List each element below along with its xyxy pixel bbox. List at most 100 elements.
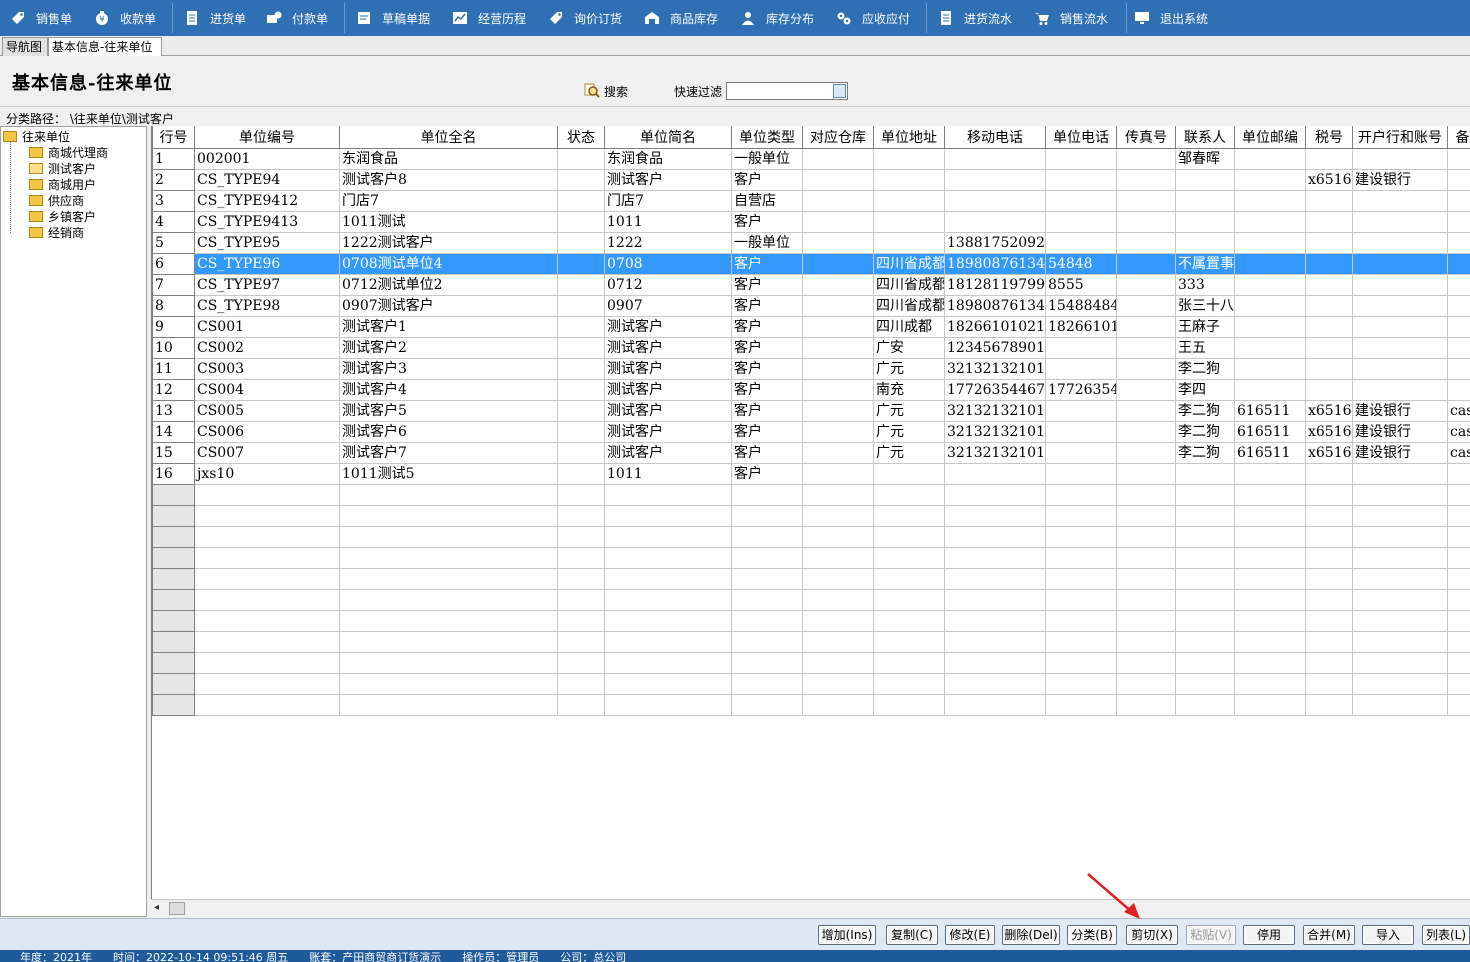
empty-cell[interactable] <box>557 651 605 674</box>
empty-cell[interactable] <box>1045 504 1117 527</box>
empty-cell[interactable] <box>1234 630 1306 653</box>
empty-cell[interactable] <box>1045 567 1117 590</box>
row-number-cell[interactable]: 6 <box>152 252 195 275</box>
table-cell[interactable] <box>1116 399 1176 422</box>
table-cell[interactable] <box>1175 189 1235 212</box>
table-cell[interactable] <box>802 168 874 191</box>
table-cell[interactable] <box>1116 147 1176 170</box>
empty-row[interactable] <box>152 546 1470 569</box>
empty-cell[interactable] <box>1447 609 1470 632</box>
tab-partner-units[interactable]: 基本信息-往来单位 <box>48 37 162 56</box>
table-cell[interactable] <box>1116 294 1176 317</box>
empty-cell[interactable] <box>1116 630 1176 653</box>
table-cell[interactable] <box>1234 231 1306 254</box>
empty-cell[interactable] <box>557 546 605 569</box>
empty-cell[interactable] <box>1175 483 1235 506</box>
table-cell[interactable]: 四川省成都 <box>873 252 945 275</box>
table-cell[interactable]: 李二狗 <box>1175 357 1235 380</box>
empty-cell[interactable] <box>1305 588 1353 611</box>
table-cell[interactable] <box>802 210 874 233</box>
table-cell[interactable]: 18980876134 <box>944 252 1046 275</box>
table-cell[interactable] <box>557 294 605 317</box>
empty-cell[interactable] <box>194 504 340 527</box>
empty-cell[interactable] <box>1352 483 1448 506</box>
horizontal-scrollbar[interactable]: ◂ <box>151 899 1470 916</box>
empty-cell[interactable] <box>194 525 340 548</box>
table-cell[interactable]: 广元 <box>873 399 945 422</box>
empty-cell[interactable] <box>944 693 1046 716</box>
table-cell[interactable] <box>1234 294 1306 317</box>
table-cell[interactable]: CS_TYPE9412 <box>194 189 340 212</box>
empty-cell[interactable] <box>339 609 558 632</box>
table-cell[interactable] <box>1305 252 1353 275</box>
table-row[interactable]: 10 CS002 测试客户2 测试客户 客户 广安 12345678901 王五 <box>152 336 1470 359</box>
table-cell[interactable]: 测试客户2 <box>339 336 558 359</box>
search-button[interactable]: 搜索 <box>584 82 628 101</box>
row-number-cell[interactable]: 13 <box>152 399 195 422</box>
table-cell[interactable] <box>1045 336 1117 359</box>
table-cell[interactable]: 0907测试客户 <box>339 294 558 317</box>
action-button-3[interactable]: 修改(E) <box>945 925 995 945</box>
table-cell[interactable]: 测试客户 <box>604 357 732 380</box>
table-cell[interactable] <box>1352 273 1448 296</box>
table-cell[interactable]: 32132132101 <box>944 357 1046 380</box>
table-cell[interactable] <box>1116 357 1176 380</box>
empty-cell[interactable] <box>604 525 732 548</box>
table-cell[interactable] <box>1352 231 1448 254</box>
table-cell[interactable] <box>1175 168 1235 191</box>
table-cell[interactable] <box>1116 210 1176 233</box>
table-cell[interactable] <box>1305 189 1353 212</box>
empty-cell[interactable] <box>1234 525 1306 548</box>
table-cell[interactable] <box>1352 357 1448 380</box>
table-cell[interactable] <box>802 252 874 275</box>
empty-row[interactable] <box>152 483 1470 506</box>
table-cell[interactable] <box>802 294 874 317</box>
empty-cell[interactable] <box>1116 588 1176 611</box>
table-cell[interactable] <box>802 231 874 254</box>
table-cell[interactable]: 客户 <box>731 462 803 485</box>
table-cell[interactable]: 客户 <box>731 399 803 422</box>
tree-node-child[interactable]: 乡镇客户 <box>29 208 96 224</box>
table-cell[interactable] <box>1116 168 1176 191</box>
column-header[interactable]: 状态 <box>557 126 605 149</box>
table-cell[interactable] <box>1305 357 1353 380</box>
table-cell[interactable]: CS005 <box>194 399 340 422</box>
table-cell[interactable]: 四川成都 <box>873 315 945 338</box>
table-cell[interactable]: 0907 <box>604 294 732 317</box>
table-cell[interactable] <box>873 147 945 170</box>
table-row[interactable]: 14 CS006 测试客户6 测试客户 客户 广元 32132132101 李二狗 616511… <box>152 420 1470 443</box>
empty-cell[interactable] <box>731 630 803 653</box>
table-cell[interactable]: 四川省成都 <box>873 294 945 317</box>
table-cell[interactable]: 广元 <box>873 420 945 443</box>
table-cell[interactable] <box>1045 399 1117 422</box>
empty-cell[interactable] <box>339 672 558 695</box>
table-cell[interactable]: 王麻子 <box>1175 315 1235 338</box>
table-cell[interactable]: 测试客户1 <box>339 315 558 338</box>
table-cell[interactable]: CS_TYPE94 <box>194 168 340 191</box>
table-cell[interactable] <box>802 336 874 359</box>
empty-cell[interactable] <box>1234 609 1306 632</box>
table-cell[interactable] <box>802 147 874 170</box>
table-cell[interactable] <box>1234 189 1306 212</box>
table-cell[interactable]: 一般单位 <box>731 147 803 170</box>
empty-cell[interactable] <box>1045 672 1117 695</box>
table-cell[interactable] <box>557 273 605 296</box>
empty-cell[interactable] <box>1234 693 1306 716</box>
empty-cell[interactable] <box>873 567 945 590</box>
table-cell[interactable] <box>1352 294 1448 317</box>
empty-cell[interactable] <box>944 588 1046 611</box>
empty-cell[interactable] <box>152 504 195 527</box>
empty-cell[interactable] <box>873 609 945 632</box>
table-row[interactable]: 3 CS_TYPE9412 门店7 门店7 自营店 <box>152 189 1470 212</box>
empty-cell[interactable] <box>152 588 195 611</box>
empty-cell[interactable] <box>1352 567 1448 590</box>
table-cell[interactable]: 建设银行 <box>1352 420 1448 443</box>
table-cell[interactable] <box>944 462 1046 485</box>
empty-cell[interactable] <box>1045 609 1117 632</box>
empty-cell[interactable] <box>802 651 874 674</box>
empty-cell[interactable] <box>873 504 945 527</box>
empty-row[interactable] <box>152 651 1470 674</box>
empty-cell[interactable] <box>802 483 874 506</box>
table-cell[interactable]: 18980876134 <box>944 294 1046 317</box>
action-button-8[interactable]: 停用 <box>1243 925 1295 945</box>
